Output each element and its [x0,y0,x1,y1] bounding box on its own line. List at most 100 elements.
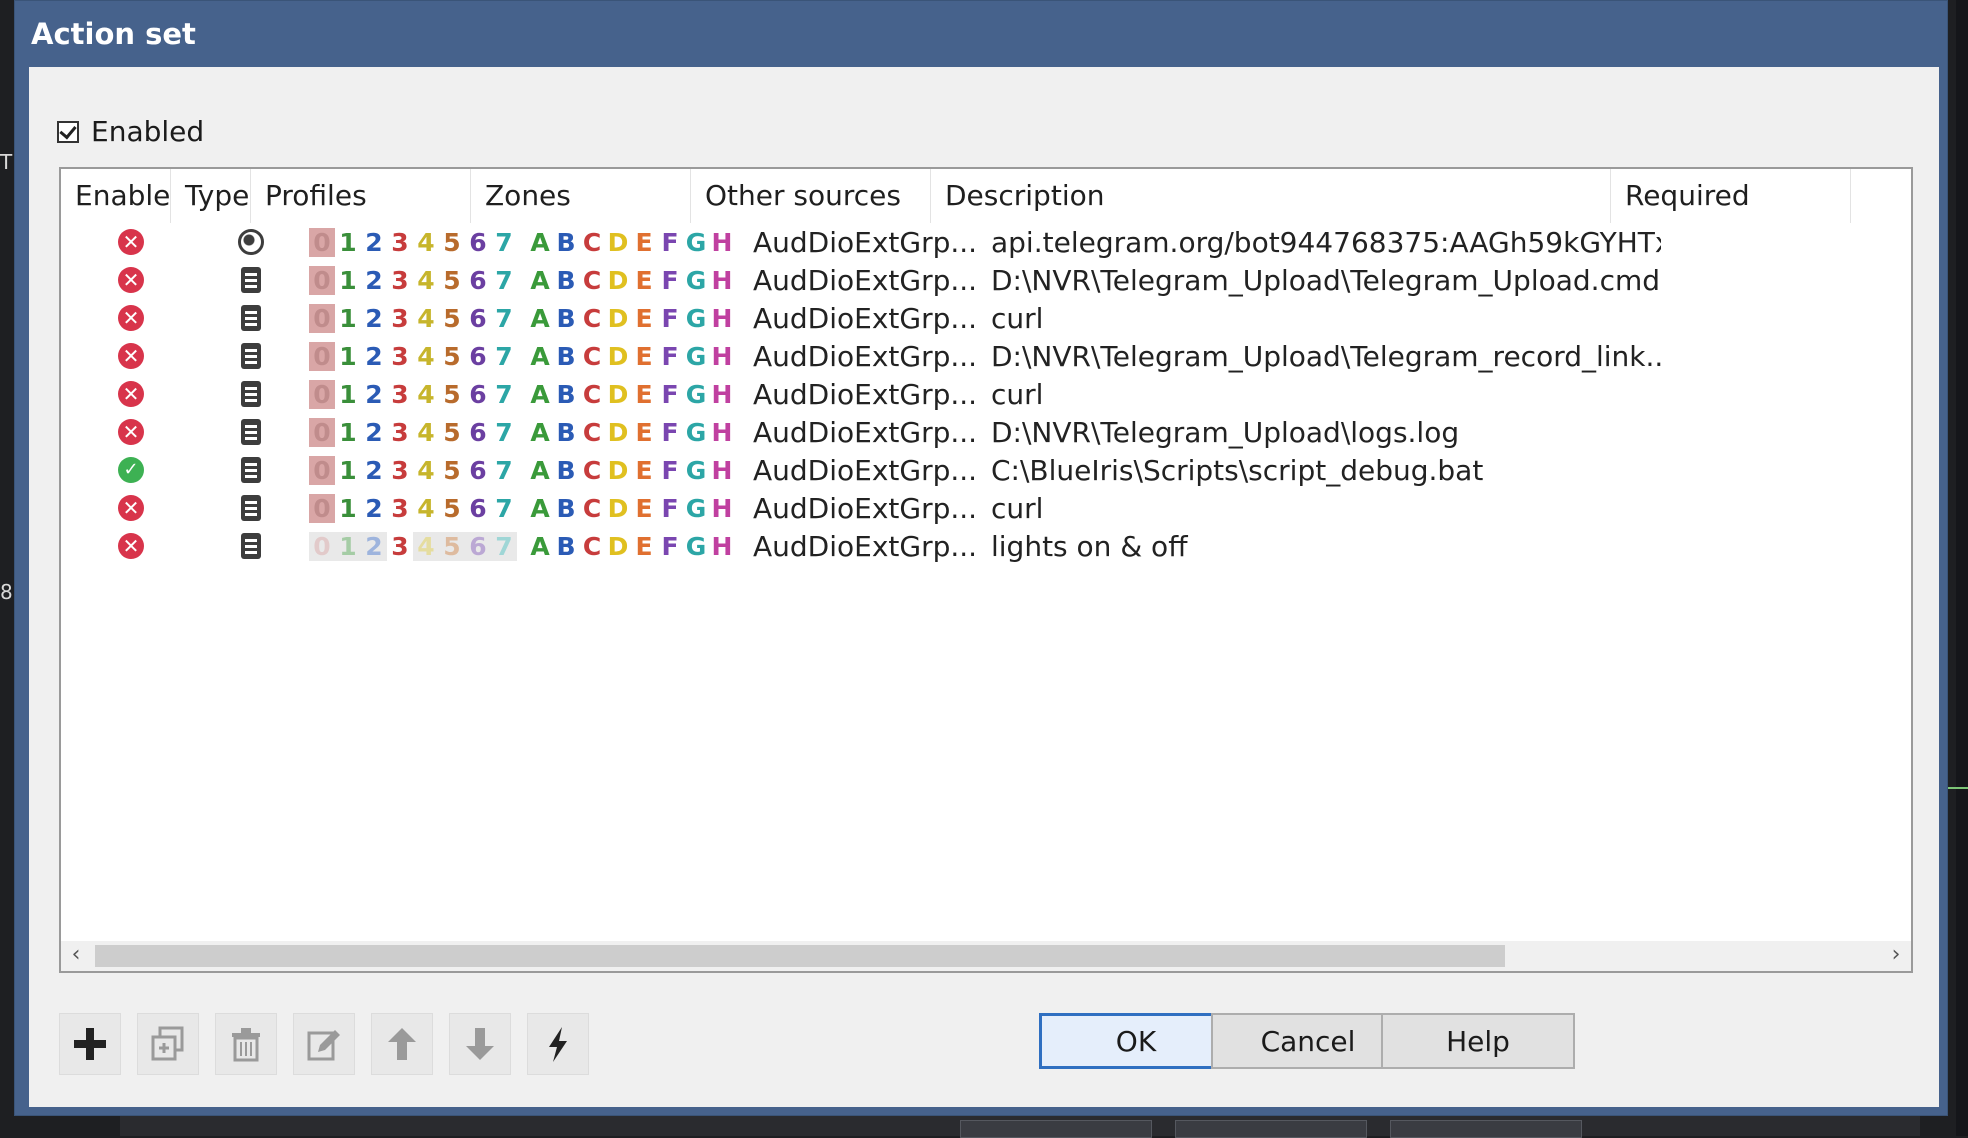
move-down-icon [466,1028,494,1060]
table-row[interactable]: ✕ 0 1 2 3 4 5 6 7 A B C D E F G H AudDioExtGrp... D:\NVR\T… [61,261,1911,299]
profile-digit: 5 [443,417,461,447]
zones-cell: ABCDEFGH [521,527,741,565]
move-up-button[interactable] [371,1013,433,1075]
disabled-x-icon[interactable]: ✕ [118,381,144,407]
profile-digit: 7 [495,265,513,295]
enabled-check-icon[interactable]: ✓ [118,457,144,483]
help-button[interactable]: Help [1381,1013,1575,1069]
enabled-cell[interactable]: ✕ [61,223,201,261]
column-header-enabled[interactable]: Enabled [61,169,171,223]
table-row[interactable]: ✓ 0 1 2 3 4 5 6 7 A B C D E F G H AudDioExtGrp... C:\BlueI… [61,451,1911,489]
enabled-cell[interactable]: ✕ [61,261,201,299]
enabled-cell[interactable]: ✕ [61,299,201,337]
profile-digit: 7 [495,379,513,409]
document-icon [241,381,261,407]
column-header-type[interactable]: Type [171,169,251,223]
zone-letter: H [711,303,733,333]
zone-letter: B [556,493,576,523]
ok-button[interactable]: OK [1039,1013,1233,1069]
lightning-icon [549,1027,567,1062]
zone-letter: B [556,417,576,447]
enabled-cell[interactable]: ✕ [61,489,201,527]
profile-digit: 6 [469,379,487,409]
zone-letter: H [711,417,733,447]
enabled-cell[interactable]: ✕ [61,337,201,375]
profile-digit: 2 [365,303,383,333]
column-header-required[interactable]: Required [1611,169,1851,223]
column-header-other-sources[interactable]: Other sources [691,169,931,223]
scroll-left-icon[interactable]: ‹ [61,941,91,971]
profile-digit: 0 [309,379,335,409]
globe-icon [238,229,264,255]
background-edge [1956,0,1968,1136]
table-row[interactable]: ✕ 0 1 2 3 4 5 6 7 A B C D E F G H AudDioExtGrp... curl [61,489,1911,527]
zone-letter: E [635,227,653,257]
scrollbar-thumb[interactable] [95,945,1505,967]
horizontal-scrollbar[interactable]: ‹ › [61,941,1911,971]
zone-letter: D [607,493,629,523]
enabled-cell[interactable]: ✕ [61,375,201,413]
move-down-button[interactable] [449,1013,511,1075]
zone-letter: C [582,455,602,485]
profile-digit: 6 [469,303,487,333]
description-cell: api.telegram.org/bot944768375:AAGh59kGYH… [991,225,1661,259]
zone-letter: A [530,227,550,257]
enabled-cell[interactable]: ✕ [61,527,201,565]
profile-digit: 0 [309,227,335,257]
profile-digit: 2 [365,341,383,371]
duplicate-button[interactable] [137,1013,199,1075]
zone-letter: E [635,341,653,371]
scroll-right-icon[interactable]: › [1881,941,1911,971]
enabled-checkbox-group[interactable]: Enabled [57,115,204,148]
other-sources-cell: AudDioExtGrp... [753,529,978,563]
enabled-cell[interactable]: ✕ [61,413,201,451]
disabled-x-icon[interactable]: ✕ [118,495,144,521]
actions-list[interactable]: Enabled Type Profiles Zones Other source… [59,167,1913,973]
table-row[interactable]: ✕ 0 1 2 3 4 5 6 7 A B C D E F G H AudDioExtGrp... curl [61,375,1911,413]
column-header-description[interactable]: Description [931,169,1611,223]
enabled-cell[interactable]: ✓ [61,451,201,489]
disabled-x-icon[interactable]: ✕ [118,305,144,331]
profile-digit: 0 [309,531,335,561]
cancel-button[interactable]: Cancel [1211,1013,1405,1069]
test-button[interactable] [527,1013,589,1075]
type-cell [201,413,301,451]
column-header-profiles[interactable]: Profiles [251,169,471,223]
checkmark-icon [59,121,77,139]
table-row[interactable]: ✕ 0 1 2 3 4 5 6 7 A B C D E F G H AudDioExtGrp... D:\NVR\T… [61,413,1911,451]
disabled-x-icon[interactable]: ✕ [118,343,144,369]
profile-digit: 2 [365,455,383,485]
other-sources-cell: AudDioExtGrp... [753,377,978,411]
profiles-cell: 01234567 [301,375,521,413]
duplicate-icon [151,1026,184,1061]
type-cell [201,375,301,413]
profile-digit: 7 [495,417,513,447]
profile-digit: 5 [443,379,461,409]
edit-button[interactable] [293,1013,355,1075]
profile-digit: 7 [495,303,513,333]
zone-letter: G [685,531,707,561]
disabled-x-icon[interactable]: ✕ [118,419,144,445]
profile-digit: 0 [309,303,335,333]
profiles-cell: 01234567 [301,299,521,337]
zone-letter: C [582,341,602,371]
zones-cell: ABCDEFGH [521,413,741,451]
delete-button[interactable] [215,1013,277,1075]
move-up-icon [388,1028,416,1060]
disabled-x-icon[interactable]: ✕ [118,267,144,293]
disabled-x-icon[interactable]: ✕ [118,533,144,559]
profile-digit: 3 [391,493,409,523]
table-row[interactable]: ✕ 0 1 2 3 4 5 6 7 A B C D E F G H AudDioExtGrp... lights o… [61,527,1911,565]
enabled-checkbox[interactable] [57,120,79,143]
table-row[interactable]: ✕ 0 1 2 3 4 5 6 7 A B C D E F G H AudDioExtGrp... D:\NVR\T… [61,337,1911,375]
table-row[interactable]: ✕ 0 1 2 3 4 5 6 7 A B C D E F G H AudDioExtGrp... curl [61,299,1911,337]
add-button[interactable] [59,1013,121,1075]
profile-digit: 3 [391,265,409,295]
column-header-zones[interactable]: Zones [471,169,691,223]
zone-letter: B [556,265,576,295]
profile-digit: 5 [443,493,461,523]
disabled-x-icon[interactable]: ✕ [118,229,144,255]
table-row[interactable]: ✕ 0 1 2 3 4 5 6 7 A B C D E F G H AudDioExtGrp... api.tele… [61,223,1911,261]
type-cell [201,299,301,337]
other-sources-cell: AudDioExtGrp... [753,301,978,335]
